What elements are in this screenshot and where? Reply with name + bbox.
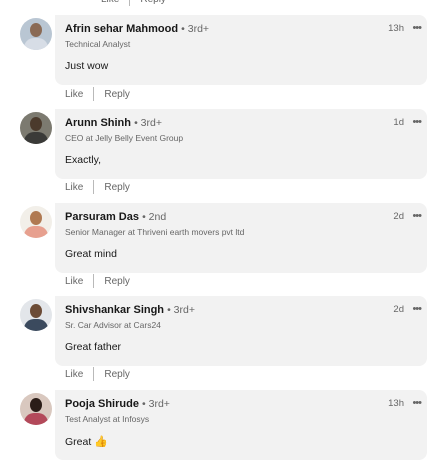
reply-button[interactable]: Reply [104, 89, 130, 100]
comment-time: 1d [393, 117, 404, 128]
author-name[interactable]: Shivshankar Singh [65, 304, 164, 316]
avatar[interactable] [20, 299, 52, 331]
author-headline: Technical Analyst [65, 39, 131, 49]
avatar[interactable] [20, 206, 52, 238]
author-headline: Senior Manager at Thriveni earth movers … [65, 227, 245, 237]
comment-actions: Like Reply [65, 274, 130, 288]
like-button[interactable]: Like [65, 182, 83, 193]
comment-bubble: Pooja Shirude • 3rd+ Test Analyst at Inf… [55, 390, 427, 460]
comment-actions: Like Reply [65, 87, 130, 101]
author-name[interactable]: Pooja Shirude [65, 398, 139, 410]
like-button[interactable]: Like [65, 89, 83, 100]
like-button[interactable]: Like [101, 0, 119, 5]
connection-degree: • 3rd+ [142, 398, 170, 410]
comment-text: Exactly, [65, 154, 101, 166]
author-headline: CEO at Jelly Belly Event Group [65, 133, 184, 143]
like-button[interactable]: Like [65, 276, 83, 287]
comment-actions-top: Like Reply [65, 0, 166, 6]
comment-bubble: Parsuram Das • 2nd Senior Manager at Thr… [55, 203, 427, 273]
comment-bubble: Shivshankar Singh • 3rd+ Sr. Car Advisor… [55, 296, 427, 366]
comment-text-content: Great [65, 436, 92, 448]
comment-text: Great father [65, 341, 122, 353]
action-divider [93, 180, 95, 194]
more-options-icon[interactable]: ••• [412, 303, 422, 315]
more-options-icon[interactable]: ••• [412, 22, 422, 34]
comment-author-row: Shivshankar Singh • 3rd+ [65, 304, 195, 316]
comment-time: 13h [388, 23, 404, 34]
comment-item: Afrin sehar Mahmood • 3rd+ Technical Ana… [0, 15, 433, 85]
comment-actions: Like Reply [65, 367, 130, 381]
comment-text: Great mind [65, 248, 117, 260]
comment-text: Great 👍 [65, 435, 108, 448]
avatar[interactable] [20, 393, 52, 425]
action-divider [93, 367, 95, 381]
action-divider [93, 87, 95, 101]
action-divider [129, 0, 131, 6]
connection-degree: • 3rd+ [181, 23, 210, 35]
reply-button[interactable]: Reply [104, 276, 130, 287]
more-options-icon[interactable]: ••• [412, 116, 422, 128]
comment-item: Parsuram Das • 2nd Senior Manager at Thr… [0, 203, 433, 273]
author-name[interactable]: Parsuram Das [65, 211, 139, 223]
more-options-icon[interactable]: ••• [412, 210, 422, 222]
author-name[interactable]: Arunn Shinh [65, 117, 131, 129]
reply-button[interactable]: Reply [140, 0, 166, 5]
connection-degree: • 2nd [142, 211, 167, 223]
reply-button[interactable]: Reply [104, 369, 130, 380]
author-name[interactable]: Afrin sehar Mahmood [65, 23, 178, 35]
comment-author-row: Parsuram Das • 2nd [65, 211, 166, 223]
comment-actions: Like Reply [65, 180, 130, 194]
author-headline: Test Analyst at Infosys [65, 414, 150, 424]
author-headline: Sr. Car Advisor at Cars24 [65, 320, 161, 330]
comment-bubble: Arunn Shinh • 3rd+ CEO at Jelly Belly Ev… [55, 109, 427, 179]
comment-author-row: Afrin sehar Mahmood • 3rd+ [65, 23, 209, 35]
comment-time: 2d [393, 304, 404, 315]
more-options-icon[interactable]: ••• [412, 397, 422, 409]
avatar[interactable] [20, 112, 52, 144]
comment-time: 2d [393, 211, 404, 222]
connection-degree: • 3rd+ [134, 117, 162, 129]
like-button[interactable]: Like [65, 369, 83, 380]
comment-time: 13h [388, 398, 404, 409]
comment-author-row: Arunn Shinh • 3rd+ [65, 117, 162, 129]
comment-bubble: Afrin sehar Mahmood • 3rd+ Technical Ana… [55, 15, 427, 85]
action-divider [93, 274, 95, 288]
comment-text: Just wow [65, 60, 109, 72]
thumbs-up-emoji-icon: 👍 [94, 436, 108, 448]
connection-degree: • 3rd+ [167, 304, 195, 316]
avatar[interactable] [20, 18, 52, 50]
reply-button[interactable]: Reply [104, 182, 130, 193]
comment-item: Pooja Shirude • 3rd+ Test Analyst at Inf… [0, 390, 433, 460]
comment-item: Shivshankar Singh • 3rd+ Sr. Car Advisor… [0, 296, 433, 366]
comment-author-row: Pooja Shirude • 3rd+ [65, 398, 170, 410]
comment-item: Arunn Shinh • 3rd+ CEO at Jelly Belly Ev… [0, 109, 433, 179]
